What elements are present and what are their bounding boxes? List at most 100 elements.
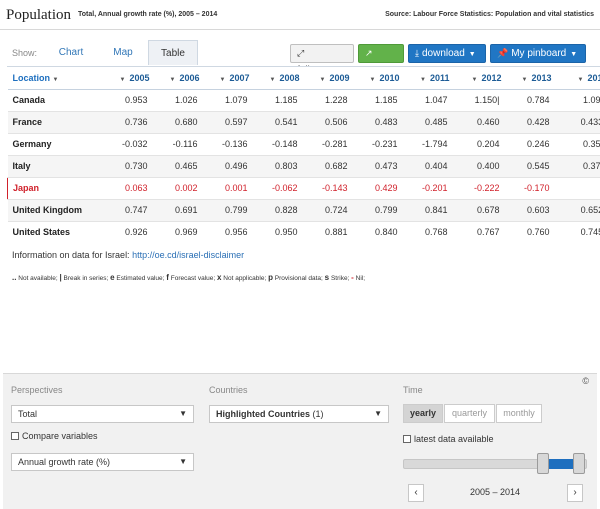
cell-value: 1.047 — [424, 95, 448, 105]
table-row: Italy 0.730 0.465 0.496 0.803 0.682 0.473 0.404… — [7, 155, 600, 178]
previous-period-button[interactable]: ‹ — [408, 484, 424, 502]
table-cell: 0.840 — [353, 221, 404, 242]
cell-value: 0.745 — [580, 227, 600, 237]
table-cell: 0.428 — [505, 111, 556, 134]
table-cell: 0.784 — [505, 89, 556, 112]
cell-value: 0.400 — [476, 161, 500, 171]
table-cell: 0.736 — [103, 111, 154, 134]
tab-chart[interactable]: Chart — [48, 40, 94, 65]
legend-text: Break in series; — [63, 275, 109, 282]
frequency-yearly[interactable]: yearly — [403, 404, 443, 423]
cell-value: -0.222 — [473, 183, 500, 193]
copyright-icon: © — [582, 376, 589, 386]
cell-value: 0.799 — [224, 205, 248, 215]
year-header[interactable]: ▼ 2012 — [453, 67, 506, 90]
year-header[interactable]: ▼2014 — [555, 67, 600, 90]
cell-value: 0.354 — [582, 139, 600, 149]
year-header[interactable]: ▼ 2013 — [505, 67, 556, 90]
table-cell: 0.506 — [303, 111, 354, 134]
year-header[interactable]: ▼ 2006 — [153, 67, 204, 90]
year-header[interactable]: ▼ 2011 — [403, 67, 454, 90]
chevron-down-icon: ▼ — [570, 51, 578, 58]
table-cell: -0.201 — [403, 177, 454, 200]
data-table: Location ▼ ▼ 2005 ▼ 2006 ▼ 2007 ▼ 2008 ▼ 2009 ▼ 201… — [7, 66, 600, 242]
table-cell: -1.794 — [403, 133, 454, 156]
cell-value: 1.026 — [174, 95, 198, 105]
country-name[interactable]: Japan — [7, 177, 104, 200]
toolbar: Show: Chart Map Table ⤢fullscreen ↗share… — [0, 40, 600, 76]
legend-symbol: .. — [12, 273, 17, 282]
compare-variables-checkbox[interactable]: Compare variables — [11, 431, 98, 441]
cell-value: 0.803 — [274, 161, 298, 171]
table-cell: 0.404 — [403, 155, 454, 178]
download-button[interactable]: ⤓ download ▼ — [408, 44, 486, 63]
time-slider-start-handle[interactable] — [537, 453, 549, 474]
cell-flag: | — [497, 95, 500, 105]
location-header[interactable]: Location ▼ — [7, 67, 104, 90]
sort-down-icon: ▼ — [369, 76, 376, 83]
share-button[interactable]: ↗share — [358, 44, 404, 76]
cell-value: 0.002 — [174, 183, 198, 193]
country-name[interactable]: Canada — [7, 89, 104, 112]
cell-value: 0.736 — [124, 117, 148, 127]
cell-value: 0.001 — [224, 183, 248, 193]
cell-value: 1.228 — [324, 95, 348, 105]
time-slider-end-handle[interactable] — [573, 453, 585, 474]
frequency-monthly[interactable]: monthly — [496, 404, 542, 423]
cell-value: 0.767 — [476, 227, 500, 237]
pinboard-button[interactable]: 📌 My pinboard ▼ — [490, 44, 586, 63]
frequency-quarterly[interactable]: quarterly — [444, 404, 495, 423]
table-cell: 1.185 — [253, 89, 304, 112]
table-cell: 0.063 — [103, 177, 154, 200]
country-name[interactable]: France — [7, 111, 104, 134]
cell-value: -0.281 — [321, 139, 348, 149]
chevron-down-icon: ▼ — [179, 409, 187, 418]
table-cell: 0.545 — [505, 155, 556, 178]
sort-down-icon: ▼ — [269, 76, 276, 83]
next-period-button[interactable]: › — [567, 484, 583, 502]
table-cell: 1.047 — [403, 89, 454, 112]
cell-value: 0.680 — [174, 117, 198, 127]
sort-down-icon: ▼ — [471, 76, 478, 83]
country-name[interactable]: Italy — [7, 155, 104, 178]
table-row: United Kingdom 0.747 0.691 0.799 0.828 0.724 0… — [7, 199, 600, 222]
country-name[interactable]: United States — [7, 221, 104, 242]
sort-down-icon: ▼ — [52, 76, 59, 83]
table-cell: 0.682 — [303, 155, 354, 178]
table-cell: 0.760 — [505, 221, 556, 242]
measure-select[interactable]: Annual growth rate (%) ▼ — [11, 453, 194, 471]
year-header[interactable]: ▼ 2009 — [303, 67, 354, 90]
israel-disclaimer-link[interactable]: http://oe.cd/israel-disclaimer — [132, 250, 244, 260]
cell-value: 0.485 — [424, 117, 448, 127]
table-cell: 0.246 — [505, 133, 556, 156]
table-cell: 0.969 — [153, 221, 204, 242]
cell-value: -1.794 — [421, 139, 448, 149]
table-cell: 0.799 — [353, 199, 404, 222]
page-subtitle: Total, Annual growth rate (%), 2005 – 20… — [78, 11, 218, 18]
source-note: Source: Labour Force Statistics: Populat… — [385, 11, 594, 18]
year-header[interactable]: ▼ 2005 — [103, 67, 154, 90]
countries-select[interactable]: Highlighted Countries (1) ▼ — [209, 405, 389, 423]
cell-value: 0.881 — [324, 227, 348, 237]
year-header[interactable]: ▼ 2007 — [203, 67, 254, 90]
cell-value: 0.603 — [526, 205, 550, 215]
fullscreen-button[interactable]: ⤢fullscreen — [290, 44, 354, 76]
tab-map[interactable]: Map — [100, 40, 146, 65]
cell-value: 0.841 — [424, 205, 448, 215]
legend-symbol: - — [351, 273, 354, 282]
year-header[interactable]: ▼ 2008 — [253, 67, 304, 90]
pinboard-label: My pinboard — [511, 48, 567, 59]
country-name[interactable]: United Kingdom — [7, 199, 104, 222]
table-cell: 0.926 — [103, 221, 154, 242]
checkbox-icon — [11, 432, 19, 440]
share-icon: ↗ — [365, 48, 373, 58]
cell-value: -0.062 — [271, 183, 298, 193]
tab-table[interactable]: Table — [148, 40, 198, 65]
table-cell: 0.400 — [453, 155, 506, 178]
latest-data-checkbox[interactable]: latest data available — [403, 434, 494, 444]
year-label: 2007 — [229, 72, 250, 83]
sort-down-icon: ▼ — [319, 76, 326, 83]
country-name[interactable]: Germany — [7, 133, 104, 156]
year-header[interactable]: ▼ 2010 — [353, 67, 404, 90]
perspective-select[interactable]: Total ▼ — [11, 405, 194, 423]
